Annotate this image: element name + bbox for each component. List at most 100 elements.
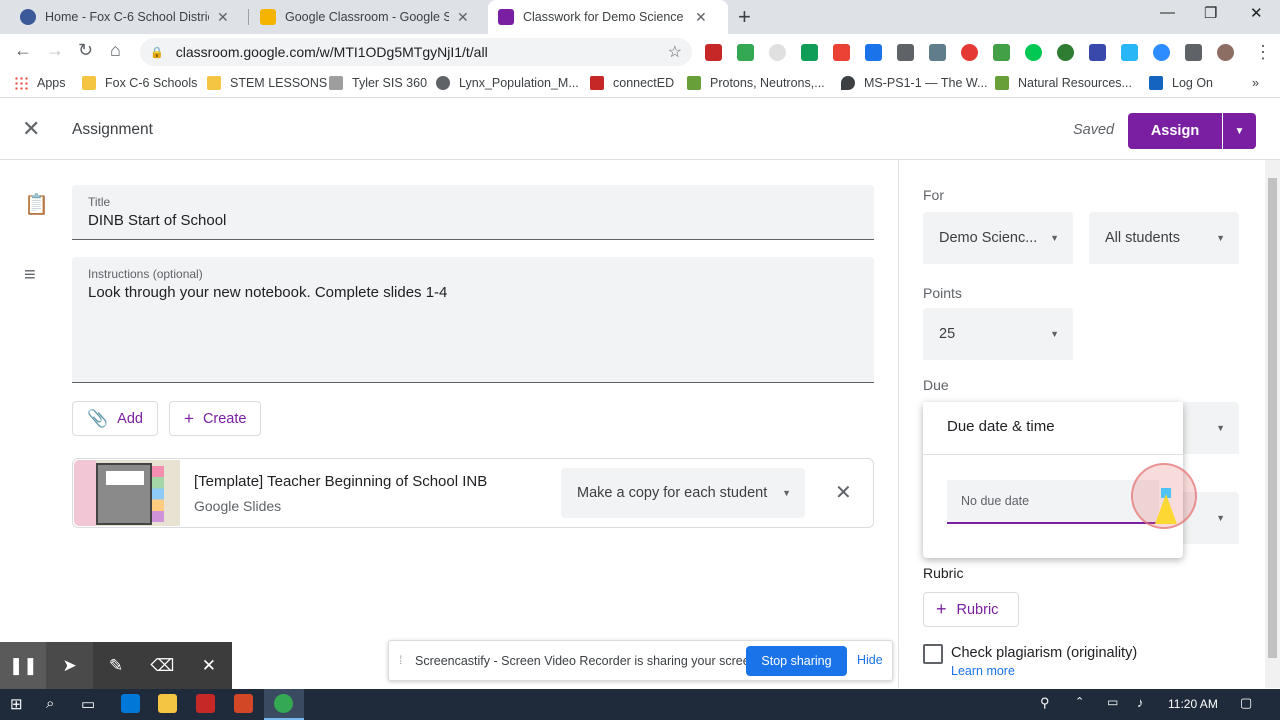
search-icon[interactable]: ⌕ [46,695,54,712]
stop-sharing-button[interactable]: Stop sharing [746,646,847,676]
tab-title: Home - Fox C-6 School District [45,10,209,24]
windows-start-icon[interactable]: ⊞ [10,695,23,713]
pdf-extension-icon[interactable] [705,44,722,61]
attachment-title[interactable]: [Template] Teacher Beginning of School I… [194,473,487,490]
learn-more-link[interactable]: Learn more [951,664,1015,678]
bookmark-item[interactable]: Log On [1149,76,1213,90]
close-tab-icon[interactable]: ✕ [217,9,229,26]
screenshot-extension-icon[interactable] [929,44,946,61]
plagiarism-checkbox[interactable] [923,644,943,664]
bookmark-item[interactable]: Tyler SIS 360 [329,76,427,90]
sheets-extension-icon[interactable] [801,44,818,61]
scrollbar[interactable] [1265,160,1280,688]
class-select[interactable]: Demo Scienc... ▼ [923,212,1073,264]
rubric-button-label: Rubric [956,601,999,618]
kami-extension-icon[interactable] [993,44,1010,61]
chrome-icon[interactable] [274,694,293,713]
zoom-extension-icon[interactable] [1153,44,1170,61]
profile-avatar[interactable] [1217,44,1234,61]
browser-tab-active[interactable]: Classwork for Demo Science Clas ✕ [488,0,728,34]
description-icon: ≡ [24,264,36,286]
browser-menu-icon[interactable]: ⋮ [1254,42,1272,63]
screen-extension-icon[interactable] [1121,44,1138,61]
assign-button[interactable]: Assign [1128,113,1222,149]
close-tab-icon[interactable]: ✕ [457,9,469,26]
help-extension-icon[interactable] [769,44,786,61]
gmail-extension-icon[interactable] [833,44,850,61]
attachment-type: Google Slides [194,498,282,514]
students-select[interactable]: All students ▼ [1089,212,1239,264]
bookmark-item[interactable]: Natural Resources... [995,76,1132,90]
chevron-up-icon[interactable]: ⌃ [1075,695,1084,708]
more-bookmarks-icon[interactable]: » [1252,76,1259,90]
chevron-down-icon: ▼ [782,488,791,498]
file-explorer-icon[interactable] [158,694,177,713]
bookmark-item[interactable]: connectED [590,76,674,90]
window-close-icon[interactable]: ✕ [1250,4,1263,22]
bookmark-extension-icon[interactable] [1089,44,1106,61]
task-view-icon[interactable]: ▭ [81,695,95,713]
instructions-field[interactable]: Instructions (optional) Look through you… [72,257,874,383]
instructions-value: Look through your new notebook. Complete… [88,284,448,301]
browser-tab[interactable]: Home - Fox C-6 School District ✕ [10,0,239,34]
points-select[interactable]: 25 ▼ [923,308,1073,360]
plagiarism-label: Check plagiarism (originality) [951,645,1138,661]
log-on-icon [1149,76,1163,90]
camera-extension-icon[interactable] [897,44,914,61]
browser-tab[interactable]: Google Classroom - Google Slide ✕ [250,0,479,34]
hide-button[interactable]: Hide [857,653,883,667]
calendar-extension-icon[interactable] [865,44,882,61]
people-icon[interactable]: ⚲ [1040,695,1050,711]
taskbar-clock[interactable]: 11:20 AM [1168,697,1218,711]
copy-option-select[interactable]: Make a copy for each student ▼ [561,468,805,518]
create-button[interactable]: + Create [169,401,262,436]
record-extension-icon[interactable] [961,44,978,61]
bookmark-label: Protons, Neutrons,... [710,76,825,90]
points-value: 25 [939,326,956,342]
classroom-extension-icon[interactable] [737,44,754,61]
notifications-icon[interactable]: ▢ [1240,695,1252,711]
pause-icon[interactable]: ❚❚ [0,642,47,689]
eraser-icon[interactable]: ⌫ [139,642,185,689]
chat-extension-icon[interactable] [1025,44,1042,61]
bookmark-item[interactable]: Fox C-6 Schools [82,76,197,90]
address-bar[interactable]: 🔒 classroom.google.com/w/MTI1ODg5MTgyNjI… [140,38,692,66]
cursor-icon[interactable]: ➤ [46,642,93,689]
drag-handle-icon[interactable]: ⁞ [399,653,402,667]
bookmark-star-icon[interactable]: ☆ [668,42,682,62]
rubric-label: Rubric [923,565,964,581]
attachment-card[interactable]: [Template] Teacher Beginning of School I… [72,458,874,528]
close-icon[interactable]: ✕ [22,116,40,142]
assign-options-icon[interactable]: ▼ [1223,113,1256,149]
restore-icon[interactable]: ❐ [1204,4,1217,22]
new-tab-icon[interactable]: + [738,4,751,30]
close-toolbar-icon[interactable]: ✕ [186,642,232,689]
back-icon[interactable]: ← [14,40,32,61]
bookmark-item[interactable]: Protons, Neutrons,... [687,76,825,90]
forward-icon[interactable]: → [46,40,64,61]
evernote-extension-icon[interactable] [1057,44,1074,61]
volume-icon[interactable]: ♪ [1137,695,1144,710]
reload-icon[interactable]: ↻ [78,40,93,61]
bookmark-item[interactable]: MS-PS1-1 — The W... [841,76,987,90]
remove-attachment-icon[interactable]: ✕ [835,480,852,505]
title-field[interactable]: Title DINB Start of School [72,185,874,240]
tab-divider [248,9,249,25]
bookmark-item[interactable]: STEM LESSONS [207,76,327,90]
add-rubric-button[interactable]: + Rubric [923,592,1019,627]
powerpoint-icon[interactable] [234,694,253,713]
add-button[interactable]: 📎 Add [72,401,158,436]
plus-icon: + [184,408,194,428]
battery-icon[interactable]: ▭ [1107,695,1118,709]
edge-icon[interactable] [121,694,140,713]
bookmark-item[interactable]: Lynx_Population_M... [436,76,579,90]
due-date-select[interactable]: No due date [947,480,1159,524]
scrollbar-thumb[interactable] [1268,178,1277,658]
close-tab-icon[interactable]: ✕ [695,9,707,26]
home-icon[interactable]: ⌂ [110,40,121,61]
bookmark-item[interactable]: Apps [14,76,66,90]
minimize-icon[interactable]: — [1160,4,1175,21]
acrobat-icon[interactable] [196,694,215,713]
pen-icon[interactable]: ✎ [93,642,139,689]
extensions-puzzle-icon[interactable] [1185,44,1202,61]
